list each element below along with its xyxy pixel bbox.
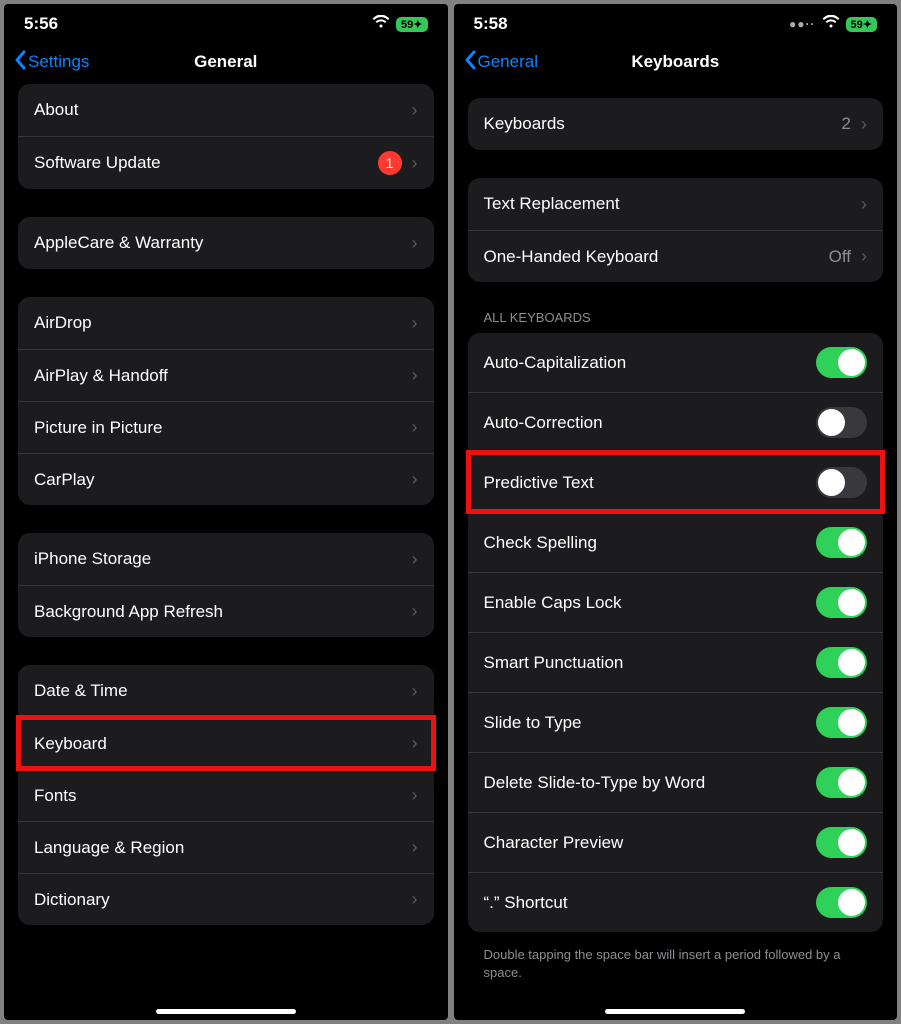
- chevron-right-icon: ›: [412, 153, 418, 174]
- row-bg-refresh[interactable]: Background App Refresh ›: [18, 585, 434, 637]
- chevron-right-icon: ›: [861, 114, 867, 135]
- phone-keyboards-settings: 5:58 ●●·· 59✦ General Keyboards Keyboard…: [454, 4, 898, 1020]
- status-bar: 5:58 ●●·· 59✦: [454, 4, 898, 40]
- page-title: Keyboards: [631, 52, 719, 72]
- row-airplay[interactable]: AirPlay & Handoff ›: [18, 349, 434, 401]
- keyboards-count: 2: [842, 114, 851, 134]
- row-slide-to-type[interactable]: Slide to Type: [468, 692, 884, 752]
- wifi-icon: [372, 14, 390, 34]
- back-button[interactable]: Settings: [14, 50, 89, 75]
- group-all-keyboards: Auto-Capitalization Auto-Correction Pred…: [468, 333, 884, 932]
- back-button[interactable]: General: [464, 50, 538, 75]
- toggle-smart-punctuation[interactable]: [816, 647, 867, 678]
- chevron-right-icon: ›: [412, 469, 418, 490]
- row-delete-slide-to-type[interactable]: Delete Slide-to-Type by Word: [468, 752, 884, 812]
- chevron-right-icon: ›: [412, 601, 418, 622]
- nav-bar: Settings General: [4, 40, 448, 84]
- chevron-right-icon: ›: [412, 365, 418, 386]
- toggle-auto-capitalization[interactable]: [816, 347, 867, 378]
- chevron-right-icon: ›: [412, 837, 418, 858]
- row-smart-punctuation[interactable]: Smart Punctuation: [468, 632, 884, 692]
- one-handed-value: Off: [829, 247, 851, 267]
- status-bar: 5:56 59✦: [4, 4, 448, 40]
- toggle-auto-correction[interactable]: [816, 407, 867, 438]
- row-dictionary[interactable]: Dictionary ›: [18, 873, 434, 925]
- toggle-character-preview[interactable]: [816, 827, 867, 858]
- shortcut-footer: Double tapping the space bar will insert…: [468, 938, 884, 989]
- status-time: 5:56: [24, 14, 58, 34]
- row-airdrop[interactable]: AirDrop ›: [18, 297, 434, 349]
- home-indicator[interactable]: [156, 1009, 296, 1014]
- row-language-region[interactable]: Language & Region ›: [18, 821, 434, 873]
- chevron-left-icon: [464, 50, 476, 75]
- page-title: General: [194, 52, 257, 72]
- toggle-slide-to-type[interactable]: [816, 707, 867, 738]
- group-localization: Date & Time › Keyboard › Fonts › Languag…: [18, 665, 434, 925]
- group-text-options: Text Replacement › One-Handed Keyboard O…: [468, 178, 884, 282]
- row-predictive-text[interactable]: Predictive Text: [468, 452, 884, 512]
- chevron-right-icon: ›: [861, 194, 867, 215]
- group-applecare: AppleCare & Warranty ›: [18, 217, 434, 269]
- row-period-shortcut[interactable]: “.” Shortcut: [468, 872, 884, 932]
- row-keyboard[interactable]: Keyboard ›: [18, 717, 434, 769]
- chevron-right-icon: ›: [412, 681, 418, 702]
- chevron-right-icon: ›: [412, 417, 418, 438]
- chevron-right-icon: ›: [861, 246, 867, 267]
- status-time: 5:58: [474, 14, 508, 34]
- row-check-spelling[interactable]: Check Spelling: [468, 512, 884, 572]
- toggle-period-shortcut[interactable]: [816, 887, 867, 918]
- nav-bar: General Keyboards: [454, 40, 898, 84]
- cellular-dots-icon: ●●··: [789, 17, 816, 31]
- row-text-replacement[interactable]: Text Replacement ›: [468, 178, 884, 230]
- chevron-right-icon: ›: [412, 313, 418, 334]
- update-badge: 1: [378, 151, 402, 175]
- chevron-right-icon: ›: [412, 549, 418, 570]
- row-one-handed-keyboard[interactable]: One-Handed Keyboard Off ›: [468, 230, 884, 282]
- chevron-right-icon: ›: [412, 733, 418, 754]
- row-character-preview[interactable]: Character Preview: [468, 812, 884, 872]
- chevron-left-icon: [14, 50, 26, 75]
- chevron-right-icon: ›: [412, 785, 418, 806]
- row-auto-correction[interactable]: Auto-Correction: [468, 392, 884, 452]
- row-date-time[interactable]: Date & Time ›: [18, 665, 434, 717]
- wifi-icon: [822, 14, 840, 34]
- toggle-check-spelling[interactable]: [816, 527, 867, 558]
- toggle-delete-slide-to-type[interactable]: [816, 767, 867, 798]
- chevron-right-icon: ›: [412, 233, 418, 254]
- row-iphone-storage[interactable]: iPhone Storage ›: [18, 533, 434, 585]
- group-about: About › Software Update 1 ›: [18, 84, 434, 189]
- row-fonts[interactable]: Fonts ›: [18, 769, 434, 821]
- row-keyboards[interactable]: Keyboards 2 ›: [468, 98, 884, 150]
- row-pip[interactable]: Picture in Picture ›: [18, 401, 434, 453]
- toggle-predictive-text[interactable]: [816, 467, 867, 498]
- row-auto-capitalization[interactable]: Auto-Capitalization: [468, 333, 884, 392]
- row-enable-caps-lock[interactable]: Enable Caps Lock: [468, 572, 884, 632]
- row-software-update[interactable]: Software Update 1 ›: [18, 136, 434, 189]
- row-applecare[interactable]: AppleCare & Warranty ›: [18, 217, 434, 269]
- back-label: General: [478, 52, 538, 72]
- group-connectivity: AirDrop › AirPlay & Handoff › Picture in…: [18, 297, 434, 505]
- group-storage: iPhone Storage › Background App Refresh …: [18, 533, 434, 637]
- home-indicator[interactable]: [605, 1009, 745, 1014]
- toggle-enable-caps-lock[interactable]: [816, 587, 867, 618]
- chevron-right-icon: ›: [412, 100, 418, 121]
- row-carplay[interactable]: CarPlay ›: [18, 453, 434, 505]
- all-keyboards-header: All Keyboards: [468, 310, 884, 333]
- battery-indicator: 59✦: [396, 17, 427, 32]
- group-keyboards: Keyboards 2 ›: [468, 98, 884, 150]
- chevron-right-icon: ›: [412, 889, 418, 910]
- row-about[interactable]: About ›: [18, 84, 434, 136]
- battery-indicator: 59✦: [846, 17, 877, 32]
- back-label: Settings: [28, 52, 89, 72]
- phone-general-settings: 5:56 59✦ Settings General About › Softwa…: [4, 4, 448, 1020]
